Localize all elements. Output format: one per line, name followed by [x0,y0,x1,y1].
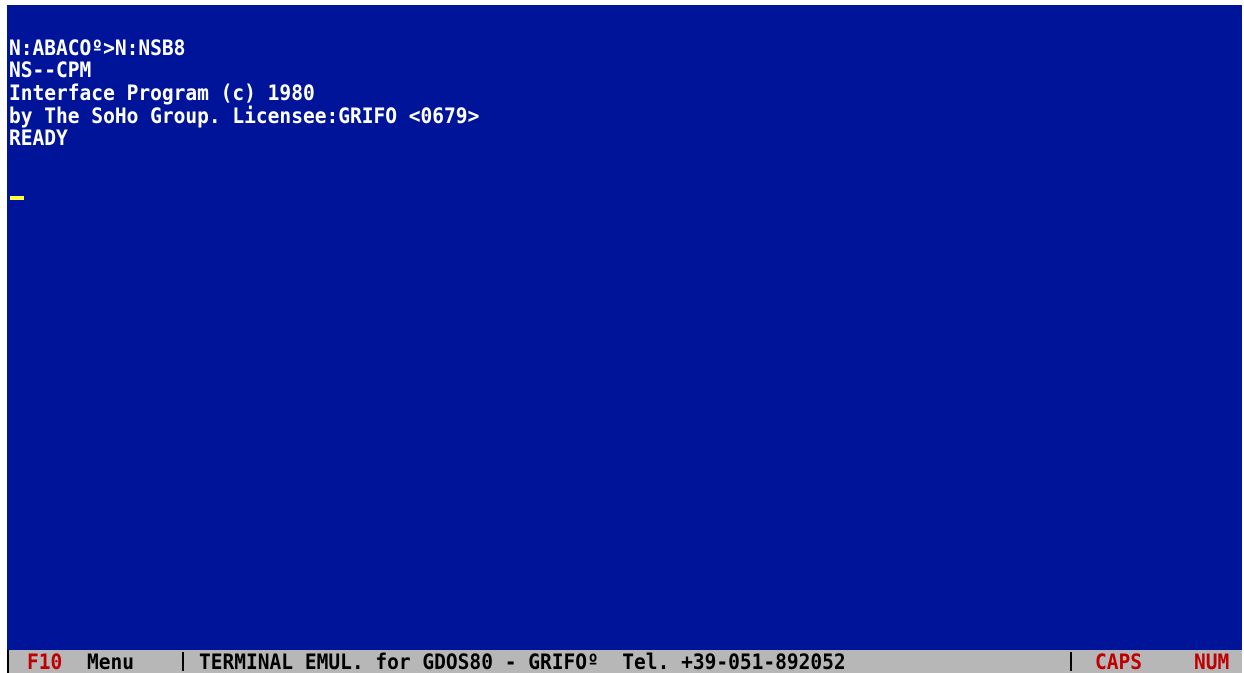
terminal-window: N:ABACOº>N:NSB8 NS--CPM Interface Progra… [0,0,1244,673]
status-separator [1070,652,1072,671]
status-bar: F10 Menu TERMINAL EMUL. for GDOS80 - GRI… [7,650,1242,673]
menu-hotkey[interactable]: F10 [27,650,62,673]
caps-lock-indicator: CAPS [1095,650,1143,673]
terminal-screen[interactable]: N:ABACOº>N:NSB8 NS--CPM Interface Progra… [7,5,1242,650]
terminal-line-prompt: N:ABACOº>N:NSB8 [9,36,186,60]
status-title: TERMINAL EMUL. for GDOS80 - GRIFOº Tel. … [199,650,846,673]
status-bar-edge [7,650,9,673]
status-separator [182,652,184,671]
terminal-line-ready: READY [9,126,68,150]
menu-label[interactable]: Menu [87,650,134,673]
terminal-line-system: NS--CPM [9,58,92,82]
terminal-line-program: Interface Program (c) 1980 [9,81,315,105]
num-lock-indicator: NUM [1194,650,1230,673]
text-cursor [10,196,24,200]
terminal-line-license: by The SoHo Group. Licensee:GRIFO <0679> [9,104,480,128]
